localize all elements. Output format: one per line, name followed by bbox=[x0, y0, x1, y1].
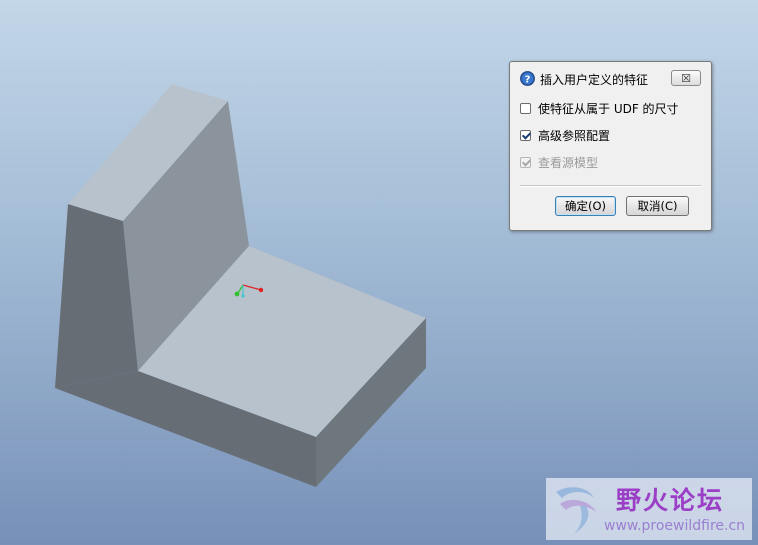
forum-logo-icon bbox=[556, 487, 596, 534]
watermark-url: www.proewildfire.cn bbox=[604, 518, 746, 534]
checkbox-udf-dimensions[interactable] bbox=[520, 103, 531, 114]
option-label: 高级参照配置 bbox=[538, 129, 611, 143]
cancel-button[interactable]: 取消(C) bbox=[626, 196, 689, 216]
dialog-titlebar[interactable]: ? 插入用户定义的特征 ☒ bbox=[510, 62, 711, 92]
option-label: 查看源模型 bbox=[538, 156, 599, 170]
dialog-separator bbox=[520, 185, 701, 187]
option-view-source-model[interactable]: 查看源模型 bbox=[520, 154, 598, 170]
svg-text:?: ? bbox=[525, 75, 531, 86]
option-udf-dimensions[interactable]: 使特征从属于 UDF 的尺寸 bbox=[520, 100, 679, 116]
help-question-icon: ? bbox=[520, 71, 535, 86]
option-label: 使特征从属于 UDF 的尺寸 bbox=[538, 102, 679, 116]
close-button[interactable]: ☒ bbox=[671, 70, 701, 86]
ok-button[interactable]: 确定(O) bbox=[555, 196, 616, 216]
checkbox-advanced-reference[interactable] bbox=[520, 130, 531, 141]
forum-watermark: 野火论坛 www.proewildfire.cn bbox=[546, 478, 752, 540]
dialog-title: 插入用户定义的特征 bbox=[540, 73, 649, 87]
insert-udf-dialog: ? 插入用户定义的特征 ☒ 使特征从属于 UDF 的尺寸 高级参照配置 查看源模… bbox=[509, 61, 712, 231]
option-advanced-reference[interactable]: 高级参照配置 bbox=[520, 127, 610, 143]
checkbox-view-source-model[interactable] bbox=[520, 157, 531, 168]
watermark-title: 野火论坛 bbox=[616, 486, 725, 515]
